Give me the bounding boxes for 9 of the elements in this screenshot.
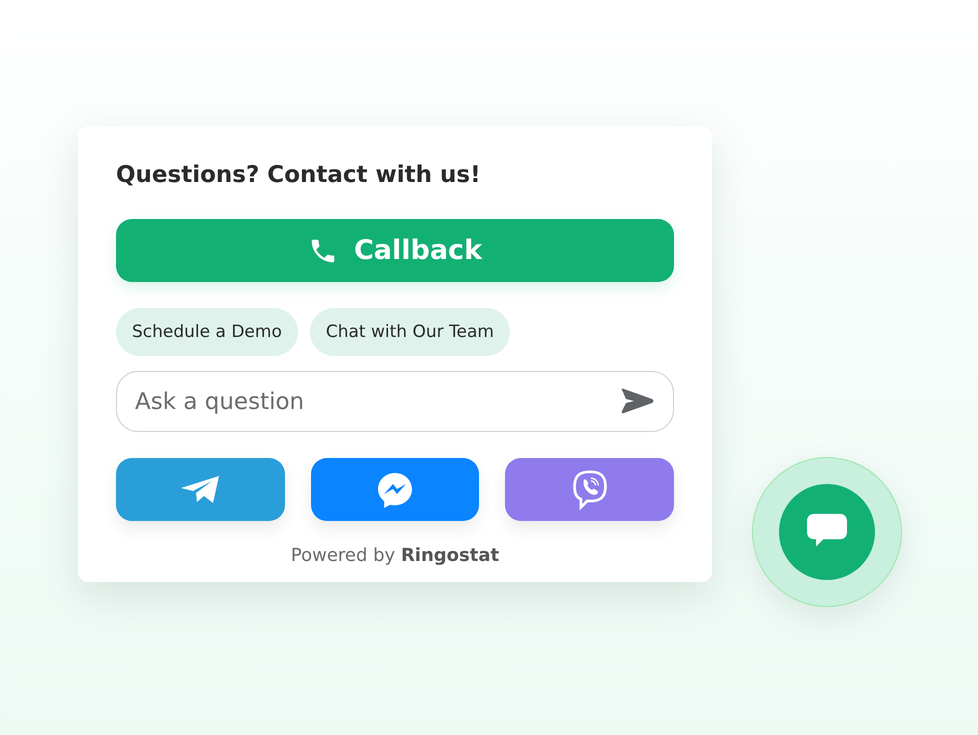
quick-reply-chip[interactable]: Schedule a Demo xyxy=(116,308,298,356)
viber-button[interactable] xyxy=(505,458,674,521)
telegram-button[interactable] xyxy=(116,458,285,521)
powered-by-text: Powered by Ringostat xyxy=(290,545,500,566)
widget-title: Questions? Contact with us! xyxy=(116,161,482,190)
messenger-button[interactable] xyxy=(310,458,480,521)
send-icon[interactable] xyxy=(620,388,654,414)
quick-reply-chip[interactable]: Chat with Our Team xyxy=(310,308,510,356)
question-field[interactable]: Ask a question xyxy=(116,371,674,432)
